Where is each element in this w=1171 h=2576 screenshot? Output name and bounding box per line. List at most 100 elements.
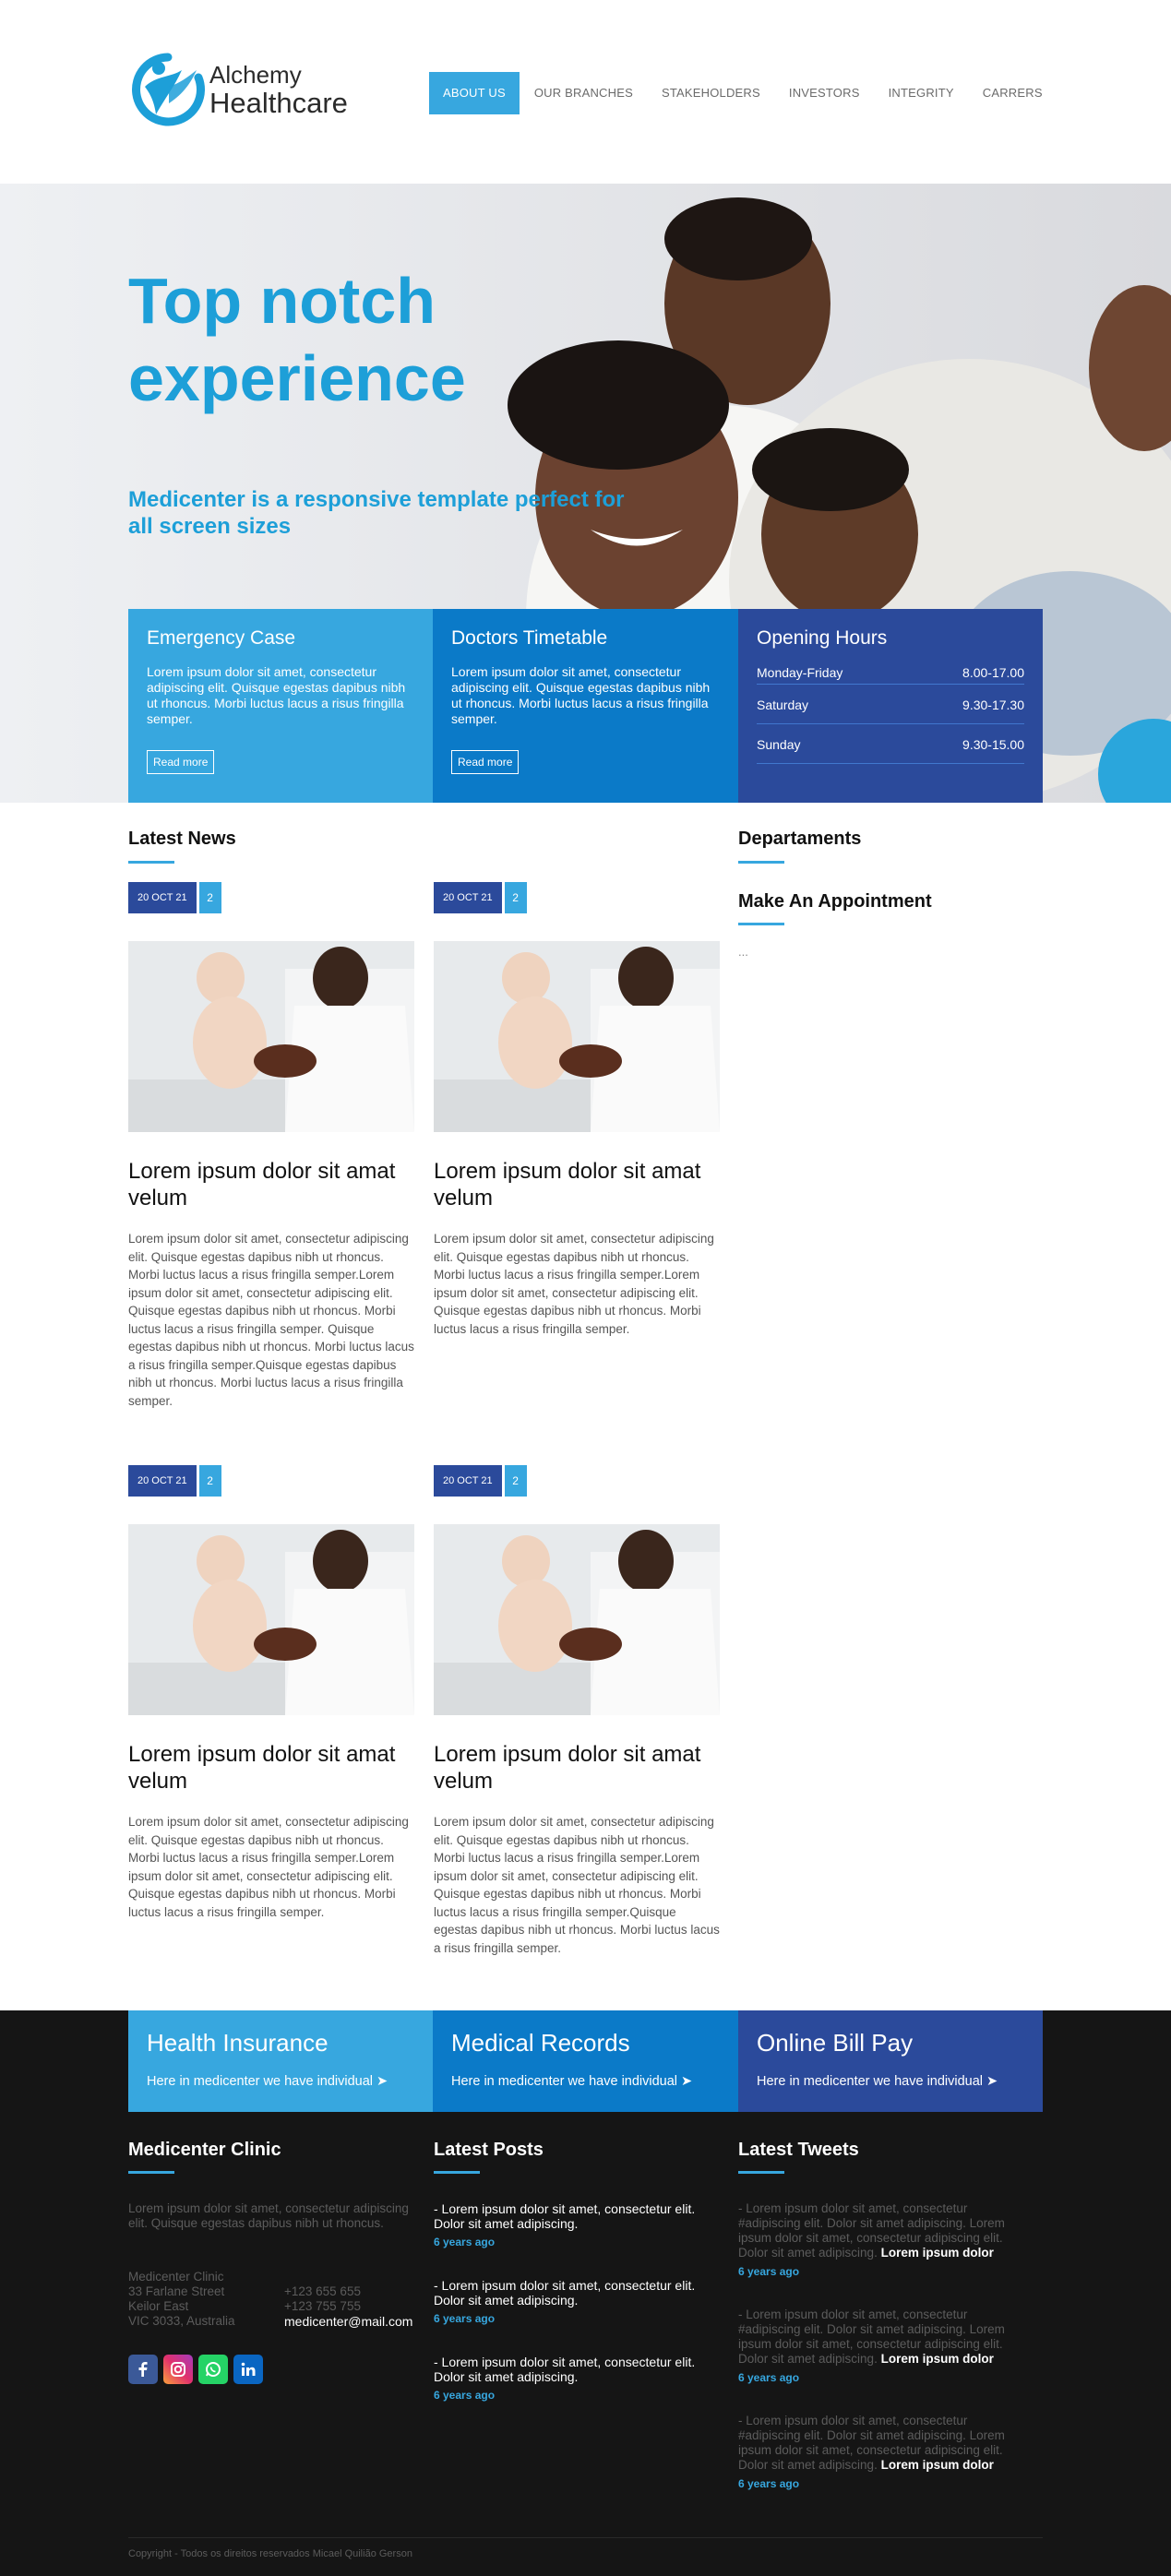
logo[interactable]: Alchemy Healthcare xyxy=(128,48,368,131)
post-image[interactable] xyxy=(128,1524,414,1715)
footer-post-text: - Lorem ipsum dolor sit amet, consectetu… xyxy=(434,2278,696,2308)
clinic-heading: Medicenter Clinic xyxy=(128,2140,281,2160)
post-image[interactable] xyxy=(434,1524,720,1715)
heading-underline xyxy=(128,2171,174,2174)
heading-underline xyxy=(128,861,174,864)
footer-post-item[interactable]: - Lorem ipsum dolor sit amet, consectetu… xyxy=(434,2278,729,2355)
hours-day: Saturday xyxy=(757,698,809,712)
latest-tweets-heading: Latest Tweets xyxy=(738,2140,859,2160)
footer-box-text: Here in medicenter we have individual ➤ xyxy=(451,2074,693,2089)
latest-posts-heading: Latest Posts xyxy=(434,2140,544,2160)
footer-box-title: Online Bill Pay xyxy=(757,2029,914,2057)
tweet-item: - Lorem ipsum dolor sit amet, consectetu… xyxy=(738,2201,1029,2308)
clinic-contacts: +123 655 655 +123 755 755 medicenter@mai… xyxy=(284,2284,412,2329)
appointment-placeholder: ... xyxy=(738,945,748,959)
emergency-read-more-button[interactable]: Read more xyxy=(147,750,215,774)
comment-count[interactable]: 2 xyxy=(198,882,221,913)
timetable-read-more-button[interactable]: Read more xyxy=(451,750,520,774)
latest-posts-list: - Lorem ipsum dolor sit amet, consectetu… xyxy=(434,2201,729,2431)
whatsapp-icon[interactable] xyxy=(198,2355,228,2384)
appointment-heading: Make An Appointment xyxy=(738,891,932,912)
phone-1: +123 655 655 xyxy=(284,2284,361,2298)
social-links xyxy=(128,2355,269,2384)
linkedin-icon[interactable] xyxy=(233,2355,263,2384)
footer-post-text: - Lorem ipsum dolor sit amet, consectetu… xyxy=(434,2355,696,2384)
hours-time: 8.00-17.00 xyxy=(962,665,1024,680)
nav-investors[interactable]: INVESTORS xyxy=(775,72,874,114)
doctor-baby-image xyxy=(434,1524,720,1715)
nav-carrers[interactable]: CARRERS xyxy=(969,72,1057,114)
footer-box-text: Here in medicenter we have individual ➤ xyxy=(757,2074,998,2089)
tweet-time: 6 years ago xyxy=(738,2477,800,2490)
nav-integrity[interactable]: INTEGRITY xyxy=(875,72,968,114)
post-title[interactable]: Lorem ipsum dolor sit amat velum xyxy=(434,1741,720,1795)
footer-post-item[interactable]: - Lorem ipsum dolor sit amet, consectetu… xyxy=(434,2201,729,2278)
logo-line1: Alchemy xyxy=(209,60,302,89)
doctor-baby-image xyxy=(434,941,720,1132)
post-date: 20 OCT 21 xyxy=(128,882,197,913)
post-title[interactable]: Lorem ipsum dolor sit amat velum xyxy=(128,1158,414,1211)
hours-day: Sunday xyxy=(757,737,801,752)
nav-our-branches[interactable]: OUR BRANCHES xyxy=(520,72,647,114)
clinic-intro: Lorem ipsum dolor sit amet, consectetur … xyxy=(128,2201,409,2230)
nav-about-us[interactable]: ABOUT US xyxy=(429,72,520,114)
post-title[interactable]: Lorem ipsum dolor sit amat velum xyxy=(434,1158,720,1211)
departments-heading: Departaments xyxy=(738,829,862,849)
hours-title: Opening Hours xyxy=(757,627,888,649)
footer-post-text: - Lorem ipsum dolor sit amet, consectetu… xyxy=(434,2201,696,2231)
post-image[interactable] xyxy=(434,941,720,1132)
instagram-icon[interactable] xyxy=(163,2355,193,2384)
hours-day: Monday-Friday xyxy=(757,665,843,680)
nav-stakeholders[interactable]: STAKEHOLDERS xyxy=(648,72,774,114)
footer-box-text: Here in medicenter we have individual ➤ xyxy=(147,2074,388,2089)
logo-mark-icon xyxy=(132,53,205,126)
tweet-bold[interactable]: Lorem ipsum dolor xyxy=(881,2352,994,2366)
tweet-item: - Lorem ipsum dolor sit amet, consectetu… xyxy=(738,2308,1029,2414)
post-image[interactable] xyxy=(128,941,414,1132)
facebook-icon[interactable] xyxy=(128,2355,158,2384)
footer-divider xyxy=(128,2537,1043,2538)
hours-row: Monday-Friday 8.00-17.00 xyxy=(757,661,1024,685)
hero-subtitle: Medicenter is a responsive template perf… xyxy=(128,487,625,539)
tweet-bold[interactable]: Lorem ipsum dolor xyxy=(881,2246,994,2260)
comment-count[interactable]: 2 xyxy=(198,1465,221,1497)
timetable-title: Doctors Timetable xyxy=(451,627,608,649)
tweet-bold[interactable]: Lorem ipsum dolor xyxy=(881,2458,994,2472)
news-post: 20 OCT 21 2 Lorem ipsum dolor sit amat ve… xyxy=(128,1465,414,1921)
footer-post-time: 6 years ago xyxy=(434,2389,496,2402)
post-date: 20 OCT 21 xyxy=(434,882,502,913)
site-footer: Health Insurance Here in medicenter we h… xyxy=(0,2010,1171,2576)
heading-underline xyxy=(434,2171,480,2174)
timetable-text: Lorem ipsum dolor sit amet, consectetur … xyxy=(451,664,711,726)
copyright: Copyright - Todos os direitos reservados… xyxy=(128,2548,412,2559)
online-bill-pay-box[interactable]: Online Bill Pay Here in medicenter we ha… xyxy=(738,2010,1043,2112)
comment-count[interactable]: 2 xyxy=(504,1465,527,1497)
main-nav: ABOUT US OUR BRANCHES STAKEHOLDERS INVES… xyxy=(429,72,1057,114)
emergency-case-box: Emergency Case Lorem ipsum dolor sit ame… xyxy=(128,609,433,803)
news-post: 20 OCT 21 2 Lorem ipsum dolor sit amat ve… xyxy=(434,1465,720,1957)
hours-time: 9.30-17.30 xyxy=(962,698,1024,712)
post-title[interactable]: Lorem ipsum dolor sit amat velum xyxy=(128,1741,414,1795)
site-header: Alchemy Healthcare ABOUT US OUR BRANCHES… xyxy=(0,0,1171,184)
phone-2: +123 755 755 xyxy=(284,2299,361,2313)
hours-time: 9.30-15.00 xyxy=(962,737,1024,752)
heading-underline xyxy=(738,2171,784,2174)
footer-post-time: 6 years ago xyxy=(434,2236,496,2248)
health-insurance-box[interactable]: Health Insurance Here in medicenter we h… xyxy=(128,2010,433,2112)
footer-box-title: Health Insurance xyxy=(147,2029,329,2057)
hours-row: Saturday 9.30-17.30 xyxy=(757,685,1024,724)
address-line: 33 Farlane Street xyxy=(128,2284,225,2298)
tweet-item: - Lorem ipsum dolor sit amet, consectetu… xyxy=(738,2414,1029,2520)
comment-count[interactable]: 2 xyxy=(504,882,527,913)
hero-title: Top notch experience xyxy=(128,265,466,414)
footer-post-item[interactable]: - Lorem ipsum dolor sit amet, consectetu… xyxy=(434,2355,729,2431)
tweet-time: 6 years ago xyxy=(738,2371,800,2384)
post-date: 20 OCT 21 xyxy=(128,1465,197,1497)
medical-records-box[interactable]: Medical Records Here in medicenter we ha… xyxy=(433,2010,738,2112)
post-excerpt: Lorem ipsum dolor sit amet, consectetur … xyxy=(434,1232,714,1336)
emergency-text: Lorem ipsum dolor sit amet, consectetur … xyxy=(147,664,406,726)
email-link[interactable]: medicenter@mail.com xyxy=(284,2314,412,2329)
clinic-address: Medicenter Clinic 33 Farlane Street Keil… xyxy=(128,2270,235,2329)
opening-hours-box: Opening Hours Monday-Friday 8.00-17.00 S… xyxy=(738,609,1043,803)
info-boxes: Emergency Case Lorem ipsum dolor sit ame… xyxy=(128,609,1043,803)
